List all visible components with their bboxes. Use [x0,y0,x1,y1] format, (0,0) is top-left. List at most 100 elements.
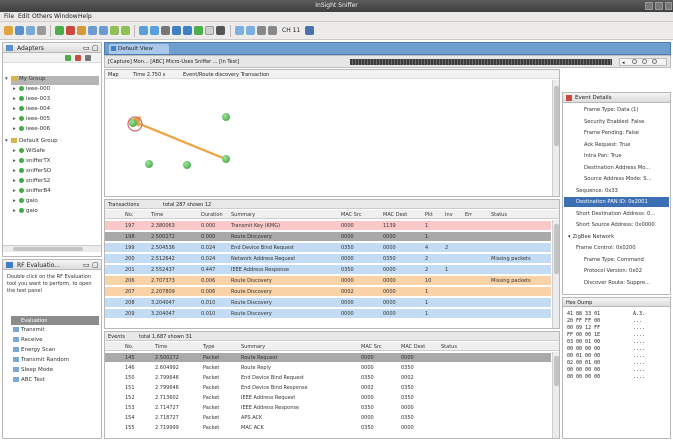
pause-icon[interactable] [77,26,86,35]
col-mac-src[interactable]: MAC Src [341,212,362,218]
col-no[interactable]: No. [125,212,133,218]
col-summary[interactable]: Summary [231,212,255,218]
menu-edit[interactable]: Edit [18,13,30,20]
map-canvas[interactable] [105,80,559,196]
zoom-icon[interactable] [632,59,637,64]
col-mac-dest[interactable]: MAC Dest [383,212,407,218]
decode-tree-line[interactable]: Frame Control: 0x0200 [564,243,669,253]
tab-default-view[interactable]: Default View [109,44,169,54]
col-pkt[interactable]: Pkt [425,212,433,218]
col-mac-src[interactable]: MAC Src [361,344,382,350]
menu-others[interactable]: Others [32,13,52,20]
transaction-row[interactable]: 206 2.707373 0.006 Route Discovery 0000 0000 1… [105,276,551,285]
tree-group-default[interactable]: ▾ Default Group [5,138,58,147]
tree-item[interactable]: ▸ ieee-006 [13,126,50,135]
rf-tool-item[interactable]: Receive [13,337,43,346]
rf-tool-item[interactable]: ABC Test [13,377,45,386]
maximize-button[interactable] [655,2,663,10]
network-node[interactable] [222,113,230,121]
select-icon[interactable] [205,26,214,35]
event-row[interactable]: 154 2.718727 Packet APS ACK 0000 0350 [105,413,551,422]
transaction-row[interactable]: 199 2.504536 0.024 End Device Bind Request 0… [105,243,551,252]
tree-item[interactable]: ▸ WiSafe [13,148,45,157]
minimize-button[interactable] [645,2,653,10]
menu-help[interactable]: Help [78,13,92,20]
event-row[interactable]: 153 2.714727 Packet IEEE Address Response 03… [105,403,551,412]
map-scrollbar[interactable] [552,80,559,196]
find-icon[interactable] [257,26,266,35]
event-row[interactable]: 155 2.719999 Packet MAC ACK 0350 0000 [105,423,551,432]
rf-section-header[interactable]: Evaluation [11,316,99,325]
col-err[interactable]: Err [465,212,472,218]
go-icon[interactable] [268,26,277,35]
network-node[interactable] [183,161,191,169]
print-icon[interactable] [37,26,46,35]
decode-tree-line[interactable]: Sequence: 0x33 [564,186,669,196]
maximize-view-icon[interactable]: ▢ [92,44,99,52]
tree-item[interactable]: ▸ snifferTX [13,158,50,167]
tree-item[interactable]: ▸ gaio [13,198,38,207]
minimize-view-icon[interactable]: ▭ [83,44,90,52]
decode-tree-line[interactable]: Short Source Address: 0x0000 [564,220,669,230]
prev-icon[interactable]: ◂ [622,60,625,66]
filter-off-icon[interactable] [246,26,255,35]
col-no[interactable]: No. [125,344,133,350]
decode-tree-line[interactable]: ▾ ZigBee Network [564,232,669,242]
connect-icon[interactable] [65,55,71,61]
zoom-out-icon[interactable] [121,26,130,35]
tree-group-mygroup[interactable]: ▾ My Group [5,76,46,85]
col-status[interactable]: Status [441,344,457,350]
col-time[interactable]: Time [155,344,167,350]
maximize-view-icon[interactable]: ▢ [92,261,99,269]
event-row[interactable]: 145 2.500272 Packet Route Request 0000 0000 [105,353,551,362]
decode-tree-line[interactable]: Short Destination Address: 0... [564,209,669,219]
stop-icon[interactable] [66,26,75,35]
antenna-icon[interactable] [305,26,314,35]
scroll-thumb[interactable] [13,247,83,251]
event-row[interactable]: 146 2.604992 Packet Route Reply 0000 0350 [105,363,551,372]
col-status[interactable]: Status [491,212,507,218]
network-node[interactable] [145,160,153,168]
table-icon[interactable] [150,26,159,35]
col-summary[interactable]: Summary [241,344,265,350]
decode-tree-line[interactable]: Security Enabled: False [564,117,669,127]
save-icon[interactable] [26,26,35,35]
tree-item[interactable]: ▸ snifferS2 [13,178,50,187]
col-type[interactable]: Type [203,344,214,350]
rf-tool-item[interactable]: Transmit [13,327,45,336]
adapters-hscrollbar[interactable] [3,245,101,252]
filter-on-icon[interactable] [235,26,244,35]
decode-tree-line[interactable]: Destination Address Mo... [564,163,669,173]
open-icon[interactable] [15,26,24,35]
zoom-fit-icon[interactable] [642,59,647,64]
decode-tree-line[interactable]: Ack Request: True [564,140,669,150]
scroll-thumb[interactable] [554,86,559,146]
zoom-in-icon[interactable] [110,26,119,35]
scroll-thumb[interactable] [554,356,559,386]
col-time[interactable]: Time [151,212,163,218]
transaction-row[interactable]: 201 2.552437 0.447 IEEE Address Response 035… [105,265,551,274]
col-mac-dest[interactable]: MAC Dest [401,344,425,350]
tree-item[interactable]: ▸ ieee-000 [13,86,50,95]
zoom-reset-icon[interactable] [652,59,657,64]
transaction-row[interactable]: 197 2.380063 0.000 Transmit Key (KMG) 0000 11… [105,221,551,230]
rf-tool-item[interactable]: Sleep Mode [13,367,53,376]
new-icon[interactable] [4,26,13,35]
transaction-row[interactable]: 208 3.204047 0.010 Route Discovery 0000 0000 1 [105,298,551,307]
event-row[interactable]: 151 2.799646 Packet End Device Bind Respons… [105,383,551,392]
tree-item[interactable]: ▸ gaio [13,208,38,217]
tree-item[interactable]: ▸ ieee-004 [13,106,50,115]
close-button[interactable] [665,2,672,10]
decode-tree-line[interactable]: Frame Pending: False [564,128,669,138]
menu-window[interactable]: Window [54,13,78,20]
transactions-scrollbar[interactable] [552,220,559,328]
disconnect-icon[interactable] [75,55,81,61]
rf-tool-item[interactable]: Energy Scan [13,347,55,356]
settings-icon[interactable] [161,26,170,35]
network-node[interactable] [129,119,137,127]
decode-tree-line[interactable]: Source Address Mode: S... [564,174,669,184]
arrow-up-icon[interactable] [183,26,192,35]
col-duration[interactable]: Duration [201,212,223,218]
scroll-thumb[interactable] [554,224,559,274]
tree-item[interactable]: ▸ snifferB4 [13,188,51,197]
